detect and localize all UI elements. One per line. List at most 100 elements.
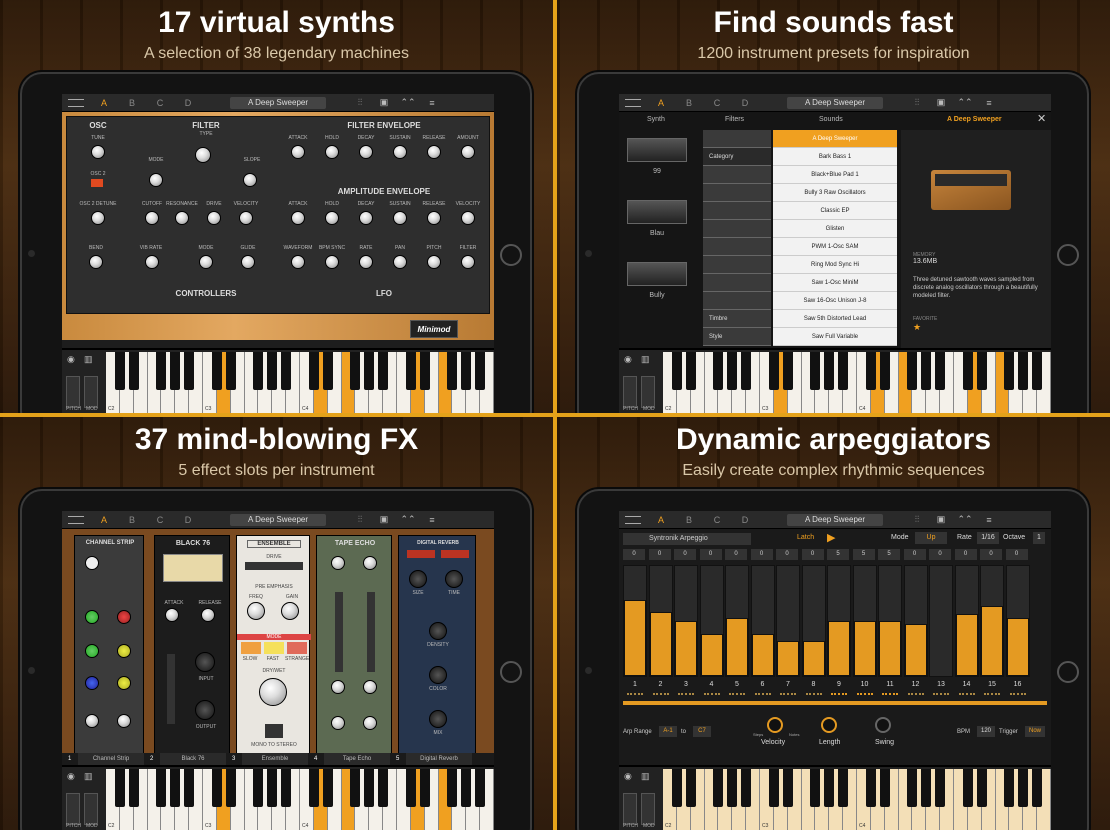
black-key[interactable] [419, 352, 430, 390]
part-slot-c[interactable]: C [703, 515, 731, 525]
fx-slot-name[interactable]: Tape Echo [324, 753, 390, 765]
env-knob[interactable] [427, 211, 441, 225]
part-slot-c[interactable]: C [146, 98, 174, 108]
velocity-bar[interactable] [802, 641, 825, 676]
sound-item[interactable]: Bark Bass 1 [773, 148, 897, 166]
part-slot-a[interactable]: A [647, 515, 675, 525]
part-slot-d[interactable]: D [174, 98, 202, 108]
density-knob[interactable] [429, 622, 447, 640]
black-key[interactable] [727, 769, 738, 807]
drive-knob[interactable] [207, 211, 221, 225]
menu-icon[interactable] [625, 515, 641, 524]
black-key[interactable] [935, 769, 946, 807]
black-key[interactable] [322, 769, 333, 807]
black-key[interactable] [475, 769, 486, 807]
env-knob[interactable] [359, 145, 373, 159]
black-key[interactable] [1004, 352, 1015, 390]
black-key[interactable] [824, 352, 835, 390]
keyboard-layout-icon[interactable]: ▥ [84, 354, 93, 365]
black-key[interactable] [461, 352, 472, 390]
glide-knob[interactable] [241, 255, 255, 269]
keyboard-layout-icon[interactable]: ▥ [84, 771, 93, 782]
fx-slot-name[interactable]: Digital Reverb [406, 753, 472, 765]
step-column[interactable] [852, 565, 877, 677]
velocity-bar[interactable] [879, 621, 901, 676]
echo-slider[interactable] [335, 592, 343, 672]
velocity-bar[interactable] [1006, 618, 1029, 676]
mixer-icon[interactable]: ⫶⫶ [905, 97, 929, 108]
black-key[interactable] [350, 352, 361, 390]
part-slot-a[interactable]: A [647, 98, 675, 108]
slope-knob[interactable] [243, 173, 257, 187]
env-knob[interactable] [393, 255, 407, 269]
length-knob[interactable] [821, 717, 837, 733]
step-value[interactable]: 0 [648, 549, 671, 560]
part-slot-b[interactable]: B [675, 515, 703, 525]
step-value[interactable]: 0 [929, 549, 951, 560]
black-key[interactable] [378, 769, 389, 807]
black-key[interactable] [419, 769, 430, 807]
black-key[interactable] [184, 769, 195, 807]
synth-thumb[interactable]: Bully [627, 262, 687, 316]
black-key[interactable] [1018, 352, 1029, 390]
mix-knob[interactable] [429, 710, 447, 728]
resonance-knob[interactable] [175, 211, 189, 225]
release-knob[interactable] [201, 608, 215, 622]
env-knob[interactable] [325, 145, 339, 159]
arp-icon[interactable]: ⌃⌃ [953, 97, 977, 108]
env-knob[interactable] [291, 211, 305, 225]
range-to[interactable]: C7 [693, 726, 711, 737]
step-column[interactable] [954, 565, 979, 677]
synth-thumb[interactable]: 99 [627, 138, 687, 192]
black-key[interactable] [156, 769, 167, 807]
sound-item[interactable]: Saw 5th Distorted Lead [773, 310, 897, 328]
mode-fast-button[interactable] [264, 642, 284, 654]
black-key[interactable] [782, 769, 793, 807]
cutoff-knob[interactable] [145, 211, 159, 225]
black-key[interactable] [713, 352, 724, 390]
echo-knob[interactable] [331, 556, 345, 570]
velocity-knob[interactable] [239, 211, 253, 225]
fx-icon[interactable]: ▣ [372, 97, 396, 108]
fx-icon[interactable]: ▣ [372, 514, 396, 525]
black-key[interactable] [114, 352, 125, 390]
black-key[interactable] [907, 352, 918, 390]
black-key[interactable] [211, 769, 222, 807]
step-value[interactable]: 0 [801, 549, 824, 560]
black-key[interactable] [1032, 769, 1043, 807]
fx-knob[interactable] [85, 714, 99, 728]
step-value[interactable]: 0 [954, 549, 977, 560]
velocity-bar[interactable] [624, 600, 646, 676]
black-key[interactable] [879, 352, 890, 390]
keyboard-settings-icon[interactable]: ◉ [624, 771, 632, 782]
step-column[interactable] [725, 565, 749, 677]
env-knob[interactable] [461, 255, 475, 269]
velocity-bar[interactable] [828, 621, 850, 676]
part-slot-d[interactable]: D [174, 515, 202, 525]
menu-icon[interactable] [625, 98, 641, 107]
black-key[interactable] [782, 352, 793, 390]
green-knob[interactable] [85, 644, 99, 658]
env-knob[interactable] [393, 145, 407, 159]
mod-wheel[interactable] [641, 793, 655, 825]
arp-icon[interactable]: ⌃⌃ [953, 514, 977, 525]
filter-item[interactable]: Category [703, 148, 771, 166]
step-column[interactable] [750, 565, 775, 677]
step-value[interactable]: 0 [750, 549, 773, 560]
keyboard-layout-icon[interactable]: ▥ [641, 771, 650, 782]
step-column[interactable] [980, 565, 1004, 677]
detune-knob[interactable] [91, 211, 105, 225]
sound-item[interactable]: PWM 1-Osc SAM [773, 238, 897, 256]
sound-item[interactable]: Saw 1-Osc MiniM [773, 274, 897, 292]
step-value[interactable]: 5 [878, 549, 900, 560]
black-key[interactable] [976, 352, 987, 390]
filter-item[interactable]: Style [703, 328, 771, 346]
env-knob[interactable] [461, 145, 475, 159]
bend-knob[interactable] [89, 255, 103, 269]
black-key[interactable] [225, 352, 236, 390]
keyboard-layout-icon[interactable]: ▥ [641, 354, 650, 365]
black-key[interactable] [935, 352, 946, 390]
velocity-bar[interactable] [649, 612, 672, 676]
black-key[interactable] [741, 352, 752, 390]
input-knob[interactable] [195, 652, 215, 672]
